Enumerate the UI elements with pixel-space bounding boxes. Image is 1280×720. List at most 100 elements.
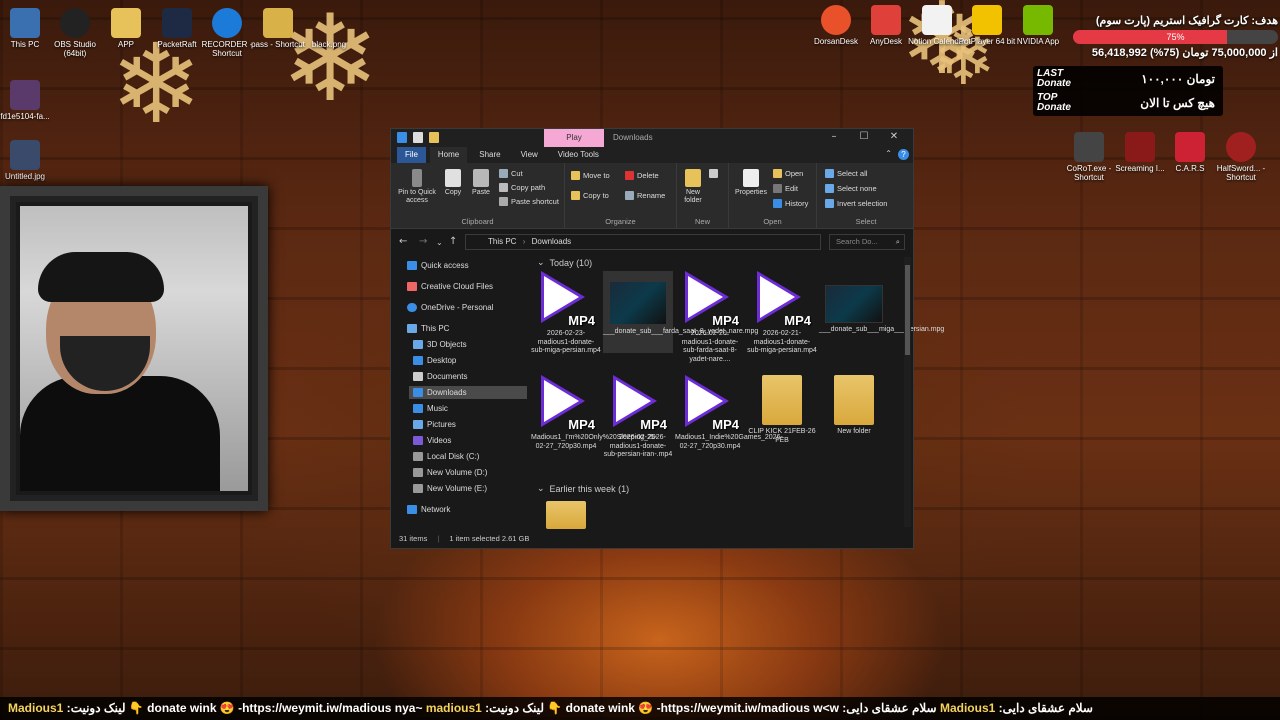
select-none-button[interactable]: Select none [825, 184, 877, 193]
help-icon[interactable]: ? [898, 149, 909, 160]
nav-quick-access[interactable]: Quick access [407, 261, 469, 270]
mp4-file-icon: MP4 [681, 375, 739, 431]
nav-label: Pictures [427, 420, 456, 429]
forward-arrow-icon[interactable]: → [419, 236, 427, 247]
file-item[interactable]: ___donate_sub___farda_saat_8_yadet_nare.… [603, 271, 758, 353]
file-explorer-window[interactable]: Play Downloads – ☐ ✕ File Home Share Vie… [390, 128, 944, 549]
nav-3d-objects[interactable]: 3D Objects [413, 340, 467, 349]
file-item[interactable]: MP4 Madious1_Indie%20Games_2026-02-27_72… [675, 375, 783, 451]
properties-button[interactable]: Properties [733, 169, 769, 197]
close-icon[interactable]: ✕ [879, 131, 909, 142]
copy-button[interactable]: Copy [441, 169, 465, 197]
address-bar[interactable]: This PC › Downloads [465, 234, 821, 250]
tab-play[interactable]: Play [544, 129, 604, 147]
delete-button[interactable]: Delete [625, 171, 659, 180]
selection-info: 1 item selected 2.61 GB [449, 534, 530, 543]
cut-button[interactable]: Cut [499, 169, 523, 178]
downloads-crumb[interactable]: Downloads [532, 237, 572, 246]
properties-icon[interactable] [413, 132, 423, 143]
nav-local-disk-c[interactable]: Local Disk (C:) [413, 452, 479, 461]
file-item[interactable] [531, 501, 601, 529]
scrollbar-thumb[interactable] [905, 265, 910, 355]
file-item[interactable]: MP4 2026-02-21-madious1-donate-sub-miga-… [747, 271, 817, 356]
edit-label: Edit [785, 184, 798, 193]
desktop-icon-label: Untitled.jpg [4, 172, 46, 181]
folder-icon[interactable] [429, 132, 439, 143]
drive-icon [413, 452, 423, 461]
file-item[interactable]: CLIP KICK 21FEB-26 FEB [747, 375, 817, 445]
search-input[interactable]: Search Do... ⌕ [829, 234, 905, 250]
tab-file[interactable]: File [397, 147, 426, 163]
nav-documents[interactable]: Documents [413, 372, 467, 381]
nav-onedrive[interactable]: OneDrive - Personal [407, 303, 493, 312]
paste-button[interactable]: Paste [469, 169, 493, 197]
copy-to-button[interactable]: Copy to [571, 191, 609, 200]
nav-volume-d[interactable]: New Volume (D:) [413, 468, 487, 477]
file-item[interactable]: MP4 2026-02-20-madious1-donate-sub-farda… [675, 271, 745, 364]
nav-this-pc[interactable]: This PC [407, 324, 449, 333]
minimize-icon[interactable]: – [819, 131, 849, 142]
ribbon: Pin to Quick access Copy Paste Cut Copy … [391, 163, 913, 229]
paste-shortcut-icon [499, 197, 508, 206]
history-button[interactable]: History [773, 199, 808, 208]
nav-music[interactable]: Music [413, 404, 448, 413]
goal-percent: 75% [1166, 32, 1185, 42]
edit-button[interactable]: Edit [773, 184, 798, 193]
recent-chevron-icon[interactable]: ⌄ [436, 238, 443, 247]
vertical-scrollbar[interactable] [904, 257, 911, 527]
file-item[interactable]: MP4 2026-02-25-madious1-donate-sub-persi… [603, 375, 673, 460]
back-arrow-icon[interactable]: ← [399, 236, 407, 247]
group-header-today[interactable]: ⌄ Today (10) [537, 257, 592, 268]
nav-creative-cloud[interactable]: Creative Cloud Files [407, 282, 493, 291]
new-item-button[interactable] [709, 169, 718, 178]
chevron-down-icon: ⌄ [537, 257, 545, 267]
rename-button[interactable]: Rename [625, 191, 665, 200]
search-icon: ⌕ [895, 237, 900, 246]
file-name: 2026-02-23-madious1-donate-sub-miga-pers… [531, 330, 601, 354]
maximize-icon[interactable]: ☐ [849, 131, 879, 142]
tab-home[interactable]: Home [429, 147, 468, 163]
invert-selection-button[interactable]: Invert selection [825, 199, 887, 208]
desktop-icon-black-png[interactable]: black.png [296, 8, 362, 49]
file-item[interactable]: New folder [819, 375, 889, 437]
up-arrow-icon[interactable]: ↑ [449, 236, 457, 247]
nav-volume-e[interactable]: New Volume (E:) [413, 484, 487, 493]
game-icon [1226, 132, 1256, 162]
pin-quick-access-button[interactable]: Pin to Quick access [395, 169, 439, 205]
tab-video-tools[interactable]: Video Tools [550, 147, 607, 163]
copy-path-button[interactable]: Copy path [499, 183, 545, 192]
drive-icon [413, 468, 423, 477]
file-item[interactable]: MP4 2026-02-23-madious1-donate-sub-miga-… [531, 271, 601, 356]
calendar-icon [922, 5, 952, 35]
this-pc-crumb[interactable]: This PC [488, 237, 516, 246]
desktop-icon-untitled[interactable]: Untitled.jpg [0, 140, 58, 181]
desktop-icon-fd1e5104[interactable]: fd1e5104-fa... [0, 80, 58, 121]
open-button[interactable]: Open [773, 169, 803, 178]
title-bar[interactable]: Play Downloads – ☐ ✕ [391, 129, 913, 147]
nav-downloads[interactable]: Downloads [409, 386, 527, 399]
music-icon [413, 404, 423, 413]
nav-desktop[interactable]: Desktop [413, 356, 456, 365]
file-item[interactable]: MP4 Madious1_I'm%20Only%20Sleeping_2026-… [531, 375, 666, 451]
group-header-earlier[interactable]: ⌄ Earlier this week (1) [537, 483, 629, 494]
nav-pictures[interactable]: Pictures [413, 420, 456, 429]
tab-share[interactable]: Share [471, 147, 508, 163]
paste-shortcut-button[interactable]: Paste shortcut [499, 197, 559, 206]
file-item[interactable]: ___donate_sub___miga___persian.mpg [819, 271, 944, 335]
file-list[interactable]: ⌄ Today (10) MP4 2026-02-23-madious1-don… [531, 253, 944, 531]
collapse-ribbon-icon[interactable]: ⌃ [885, 149, 892, 160]
download-arrow-icon[interactable] [397, 132, 407, 143]
desktop-icon-nvidia[interactable]: NVIDIA App [1005, 5, 1071, 46]
move-to-button[interactable]: Move to [571, 171, 610, 180]
desktop-icon-halfsword[interactable]: HalfSword... - Shortcut [1208, 132, 1274, 182]
desktop-icon-label: OBS Studio (64bit) [54, 40, 96, 58]
nav-label: New Volume (E:) [427, 484, 488, 493]
copy-label: Copy [444, 189, 462, 196]
nav-network[interactable]: Network [407, 505, 450, 514]
videos-icon [413, 436, 423, 445]
new-folder-button[interactable]: New folder [681, 169, 705, 205]
tab-view[interactable]: View [513, 147, 546, 163]
nav-videos[interactable]: Videos [413, 436, 451, 445]
onedrive-icon [407, 303, 417, 312]
select-all-button[interactable]: Select all [825, 169, 867, 178]
